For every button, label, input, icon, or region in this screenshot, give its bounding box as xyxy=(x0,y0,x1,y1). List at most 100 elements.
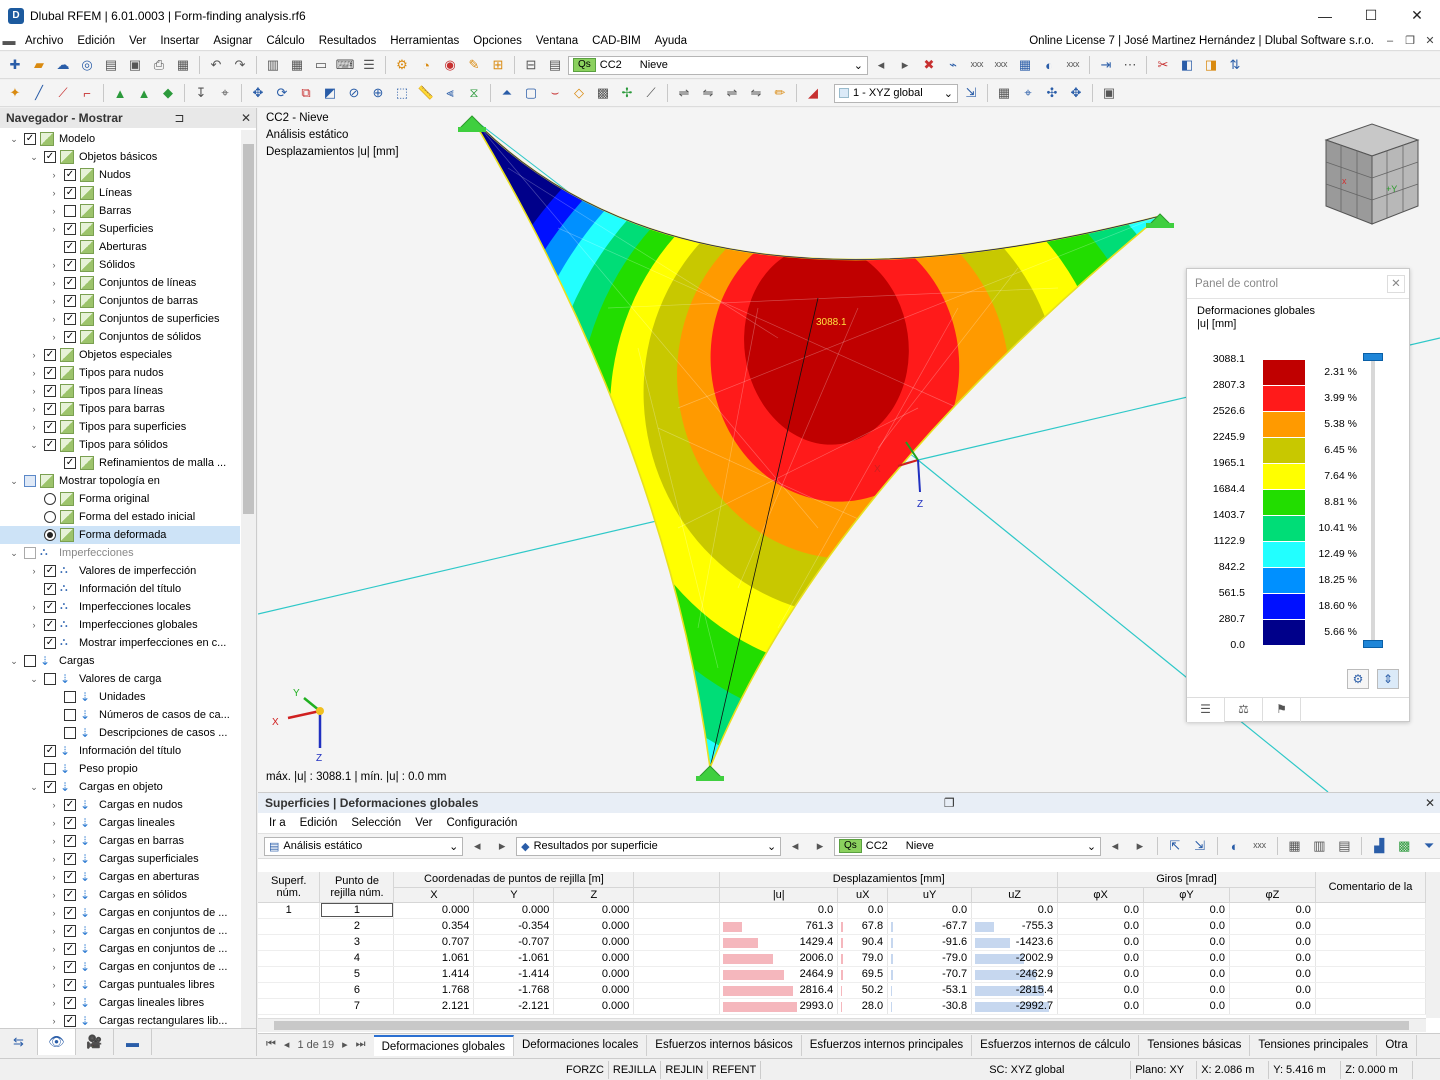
nav-item[interactable]: › ✓ Conjuntos de líneas xyxy=(0,274,240,292)
table-cell[interactable]: 2006.0 xyxy=(719,950,839,967)
table-cell[interactable]: 69.5 xyxy=(837,966,889,983)
console-icon[interactable]: ▭ xyxy=(310,55,332,75)
table-cell[interactable]: 0.0 xyxy=(1057,982,1145,999)
checkbox[interactable]: ✓ xyxy=(64,961,76,973)
next-case-icon[interactable]: ▸ xyxy=(894,55,916,75)
result-tab[interactable]: Esfuerzos internos básicos xyxy=(647,1034,802,1056)
expand-icon[interactable]: › xyxy=(48,908,60,918)
nav-item[interactable]: › ✓ ⇣ Cargas en conjuntos de ... xyxy=(0,940,240,958)
table-cell[interactable]: 0.0 xyxy=(1143,950,1230,967)
nav-item[interactable]: › ✓ ⇣ Cargas en conjuntos de ... xyxy=(0,904,240,922)
result-tab[interactable]: Deformaciones globales xyxy=(373,1034,514,1056)
checkbox[interactable]: ✓ xyxy=(64,871,76,883)
speech-bubble-icon[interactable]: ✎ xyxy=(463,55,485,75)
table-cell[interactable]: 7 xyxy=(319,998,395,1015)
load-case-combo[interactable]: Qs CC2 Nieve ⌄ xyxy=(568,55,868,75)
nav-item[interactable]: ✓ ⛬ Información del título xyxy=(0,580,240,598)
expand-icon[interactable]: › xyxy=(48,872,60,882)
sync-icon[interactable]: ⇌ xyxy=(673,83,695,103)
measure-icon[interactable]: 📏 xyxy=(415,83,437,103)
close-icon[interactable]: ✕ xyxy=(1420,796,1440,810)
col-u[interactable]: |u| xyxy=(719,887,839,903)
table-cell[interactable]: -2462.9 xyxy=(971,966,1059,983)
report-icon[interactable]: ▦ xyxy=(172,55,194,75)
table-cell[interactable]: 0.0 xyxy=(1229,950,1316,967)
next-page-icon[interactable]: ▸ xyxy=(342,1038,348,1051)
checkbox[interactable] xyxy=(24,655,36,667)
coordinate-icon[interactable]: ⌖ xyxy=(214,83,236,103)
rotate-icon[interactable]: ⟳ xyxy=(271,83,293,103)
line-style-icon[interactable]: ⟋ xyxy=(640,83,662,103)
table-cell[interactable]: -2002.9 xyxy=(971,950,1059,967)
table-row[interactable]: 2 0.354 -0.354 0.000 761.3 67.8 -67.7 -755.3 0.0… xyxy=(258,918,1426,935)
nav-item[interactable]: ⌄ ✓ Modelo xyxy=(0,130,240,148)
view-cube-icon[interactable]: x +Y xyxy=(1322,120,1422,228)
select-in-model-icon[interactable]: ⇲ xyxy=(1189,836,1211,856)
view-iso-icon[interactable]: ✣ xyxy=(1041,83,1063,103)
nav-item[interactable]: › ✓ ⇣ Cargas puntuales libres xyxy=(0,976,240,994)
result-tab[interactable]: Esfuerzos internos principales xyxy=(802,1034,973,1056)
table-cell[interactable]: -0.707 xyxy=(473,934,555,951)
table-cell[interactable]: 0.0 xyxy=(1229,934,1316,951)
checkbox[interactable]: ✓ xyxy=(64,889,76,901)
grid-view-icon[interactable]: ▦ xyxy=(286,55,308,75)
nav-item[interactable]: ✓ Refinamientos de malla ... xyxy=(0,454,240,472)
expand-icon[interactable]: › xyxy=(28,368,40,378)
checkbox[interactable]: ✓ xyxy=(44,349,56,361)
result-type-combo[interactable]: ◆ Resultados por superficie ⌄ xyxy=(516,836,782,856)
expand-icon[interactable]: › xyxy=(48,800,60,810)
nav-item[interactable]: › ✓ Objetos especiales xyxy=(0,346,240,364)
table-cell[interactable]: 6 xyxy=(319,982,395,999)
result-tab[interactable]: Tensiones principales xyxy=(1250,1034,1378,1056)
table-cell[interactable]: 2816.4 xyxy=(719,982,839,999)
new-cs-icon[interactable]: ⇲ xyxy=(960,83,982,103)
menu-item-0[interactable]: Archivo xyxy=(18,35,70,47)
table-cell[interactable]: 67.8 xyxy=(837,918,889,935)
target-icon[interactable]: ◉ xyxy=(439,55,461,75)
checkbox[interactable]: ✓ xyxy=(64,853,76,865)
table-cell[interactable]: 0.0 xyxy=(1057,998,1145,1015)
expand-icon[interactable]: › xyxy=(48,170,60,180)
checkbox[interactable]: ✓ xyxy=(44,151,56,163)
table-cell[interactable]: -79.0 xyxy=(887,950,973,967)
cube-view-icon[interactable]: ◧ xyxy=(1176,55,1198,75)
legend-settings-icon[interactable]: ⚙ xyxy=(1347,669,1369,689)
view-orbit-icon[interactable]: ✥ xyxy=(1065,83,1087,103)
animation-icon[interactable]: ◐ xyxy=(1038,55,1060,75)
checkbox[interactable]: ✓ xyxy=(44,583,56,595)
axis-tool-icon[interactable]: ✢ xyxy=(616,83,638,103)
previous-page-icon[interactable]: ◂ xyxy=(284,1038,290,1051)
table-cell[interactable]: 1 xyxy=(319,902,395,919)
print-icon[interactable]: ⎙ xyxy=(148,55,170,75)
table-cell[interactable]: 2993.0 xyxy=(719,998,839,1015)
connect-icon[interactable]: ⊕ xyxy=(367,83,389,103)
expand-icon[interactable]: ⌄ xyxy=(8,656,20,667)
table-menu-item-3[interactable]: Ver xyxy=(408,817,439,829)
table-cell[interactable]: 0.000 xyxy=(553,902,635,919)
table-cell[interactable]: 28.0 xyxy=(837,998,889,1015)
expand-icon[interactable]: › xyxy=(48,836,60,846)
expand-icon[interactable]: › xyxy=(48,1016,60,1026)
nav-item[interactable]: › ✓ Superficies xyxy=(0,220,240,238)
col-phix[interactable]: φX xyxy=(1057,887,1145,903)
table-horizontal-scrollbar[interactable] xyxy=(258,1018,1426,1032)
table-rows-icon[interactable]: ▤ xyxy=(1333,836,1355,856)
support-icon[interactable]: ▲ xyxy=(109,83,131,103)
expand-icon[interactable]: › xyxy=(28,386,40,396)
table-cell[interactable]: -1.768 xyxy=(473,982,555,999)
previous-icon[interactable]: ◂ xyxy=(1104,836,1126,856)
nav-item[interactable]: › ✓ Nudos xyxy=(0,166,240,184)
table-cell[interactable]: -2992.7 xyxy=(971,998,1059,1015)
minimize-button[interactable]: — xyxy=(1302,0,1348,31)
table-cell[interactable]: 0.000 xyxy=(473,902,555,919)
sync-four-icon[interactable]: ⇋ xyxy=(745,83,767,103)
nav-item[interactable]: Forma original xyxy=(0,490,240,508)
status-toggle[interactable]: FORZC xyxy=(562,1060,609,1079)
close-icon[interactable]: ✕ xyxy=(236,111,256,125)
expand-icon[interactable]: ⌄ xyxy=(8,548,20,559)
expand-icon[interactable]: › xyxy=(48,944,60,954)
expand-icon[interactable]: › xyxy=(48,296,60,306)
table-vertical-scrollbar[interactable] xyxy=(1426,872,1440,1018)
legend-slider-bottom-handle[interactable] xyxy=(1363,640,1383,648)
table-cell[interactable]: 50.2 xyxy=(837,982,889,999)
